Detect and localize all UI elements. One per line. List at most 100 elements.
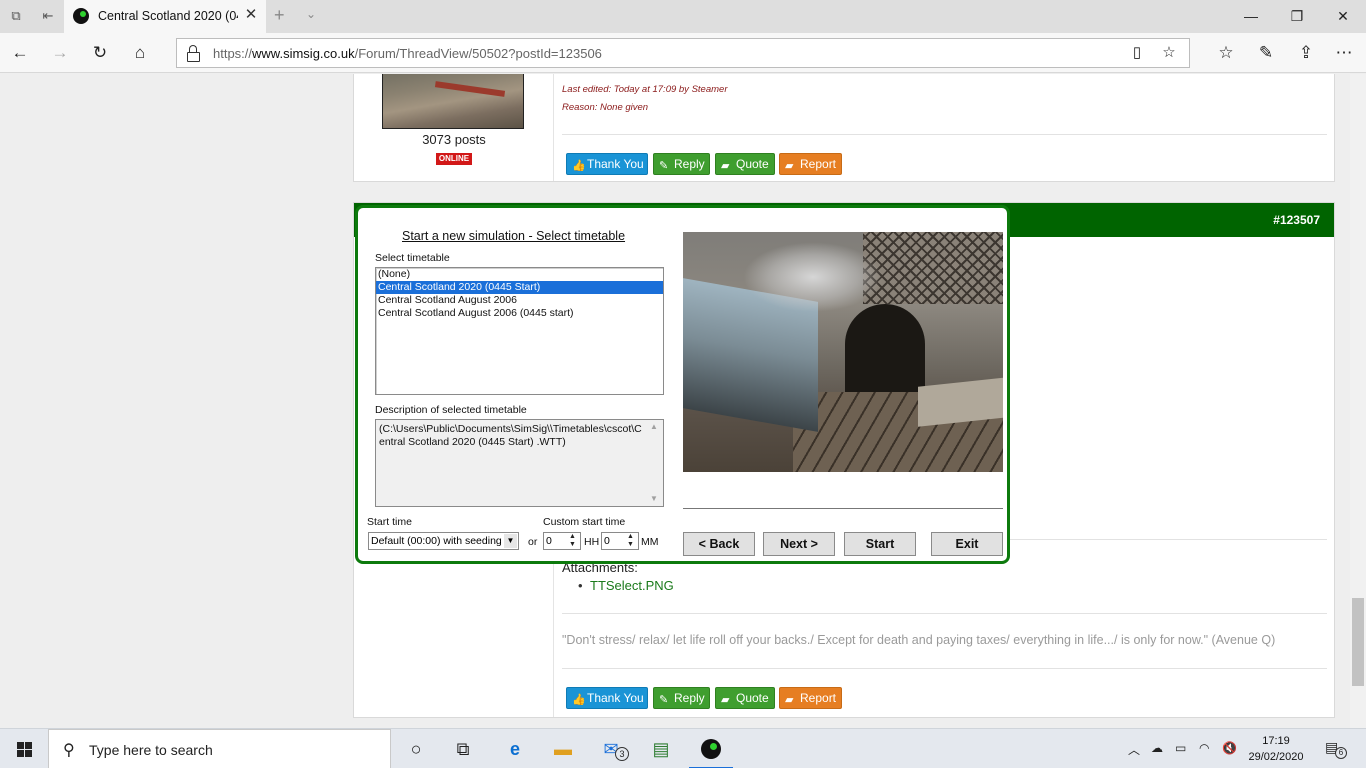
battery-icon[interactable]: ▭ xyxy=(1175,741,1186,755)
flag-icon: ▰ xyxy=(785,694,794,706)
post-id-link[interactable]: #123507 xyxy=(1273,213,1320,227)
speech-bubble-icon: ▰ xyxy=(721,694,730,706)
tab-title: Central Scotland 2020 (0445 Start) - Sim… xyxy=(98,9,238,23)
divider xyxy=(562,613,1327,614)
cortana-circle-icon[interactable]: ○ xyxy=(402,735,430,763)
back-button[interactable]: < Back xyxy=(683,532,755,556)
task-view-icon[interactable]: ⧉ xyxy=(449,735,477,763)
timetable-list-item[interactable]: Central Scotland August 2006 (0445 start… xyxy=(376,307,663,320)
restore-button[interactable]: ❐ xyxy=(1274,0,1320,33)
favorite-star-icon[interactable]: ☆ xyxy=(1159,43,1179,63)
timetable-list-item[interactable]: Central Scotland August 2006 xyxy=(376,294,663,307)
start-button[interactable]: Start xyxy=(844,532,916,556)
divider xyxy=(562,134,1327,135)
favorites-list-icon[interactable]: ☆ xyxy=(1214,41,1238,65)
page-scrollbar[interactable] xyxy=(1350,74,1366,728)
file-explorer-icon[interactable]: ▬ xyxy=(549,735,577,763)
hour-spinner[interactable]: 0 ▲ ▼ xyxy=(543,532,581,550)
reply-button[interactable]: ✎ Reply xyxy=(653,687,710,709)
dropdown-arrow-icon[interactable]: ▼ xyxy=(504,534,517,548)
pencil-icon: ✎ xyxy=(659,160,669,172)
spinner-arrows-icon[interactable]: ▲ ▼ xyxy=(566,533,579,549)
notification-count: 6 xyxy=(1335,747,1347,759)
quote-button[interactable]: ▰ Quote xyxy=(715,687,775,709)
notes-app-icon[interactable]: ▤ xyxy=(647,735,675,763)
network-icon[interactable]: ◠ xyxy=(1199,741,1209,755)
address-bar[interactable]: https://www.simsig.co.uk/Forum/ThreadVie… xyxy=(176,38,1190,68)
refresh-icon[interactable]: ↻ xyxy=(88,41,112,65)
back-arrow-icon[interactable]: ← xyxy=(8,41,32,65)
clock-date: 29/02/2020 xyxy=(1248,751,1304,763)
timetable-list-item[interactable]: Central Scotland 2020 (0445 Start) xyxy=(376,281,663,294)
timetable-listbox[interactable]: (None) Central Scotland 2020 (0445 Start)… xyxy=(375,267,664,395)
forward-arrow-icon[interactable]: → xyxy=(48,41,72,65)
scroll-up-arrow-icon[interactable]: ▲ xyxy=(650,422,658,431)
thumbs-up-icon: 👍 xyxy=(572,694,586,706)
set-tabs-aside-icon[interactable]: ⇤ xyxy=(40,8,56,24)
status-line xyxy=(683,508,1003,509)
onedrive-cloud-icon[interactable]: ☁ xyxy=(1151,741,1163,755)
browser-tab-bar: ⧉ ⇤ Central Scotland 2020 (0445 Start) -… xyxy=(0,0,1366,33)
author-posts-count: 3073 posts xyxy=(422,132,486,147)
thumbs-up-icon: 👍 xyxy=(572,160,586,172)
quote-button[interactable]: ▰ Quote xyxy=(715,153,775,175)
minute-spinner[interactable]: 0 ▲ ▼ xyxy=(601,532,639,550)
report-button[interactable]: ▰ Report xyxy=(779,153,842,175)
start-time-label: Start time xyxy=(367,516,412,528)
reading-view-icon[interactable]: ▯ xyxy=(1127,43,1147,63)
taskbar-clock[interactable]: 17:19 29/02/2020 xyxy=(1246,733,1306,765)
scroll-down-arrow-icon[interactable]: ▼ xyxy=(650,494,658,503)
simsig-app-icon[interactable] xyxy=(689,735,733,768)
tab-list-chevron-icon[interactable]: ⌄ xyxy=(306,7,316,21)
browser-tab[interactable]: Central Scotland 2020 (0445 Start) - Sim… xyxy=(64,0,266,33)
minimize-button[interactable]: — xyxy=(1228,0,1274,33)
more-menu-icon[interactable]: ⋯ xyxy=(1332,41,1356,65)
scrollbar-thumb[interactable] xyxy=(1352,598,1364,686)
online-badge: ONLINE xyxy=(436,153,472,165)
thank-you-button[interactable]: 👍 Thank You xyxy=(566,153,648,175)
route-photo xyxy=(683,232,1003,472)
volume-muted-icon[interactable]: 🔇 xyxy=(1222,741,1237,755)
thank-you-button[interactable]: 👍 Thank You xyxy=(566,687,648,709)
exit-button[interactable]: Exit xyxy=(931,532,1003,556)
edge-browser-icon[interactable]: e xyxy=(501,735,529,763)
spinner-arrows-icon[interactable]: ▲ ▼ xyxy=(624,533,637,549)
mail-icon[interactable]: ✉ 3 xyxy=(597,735,629,763)
share-icon[interactable]: ⇪ xyxy=(1294,41,1318,65)
author-avatar[interactable] xyxy=(382,74,524,129)
tab-actions-icon[interactable]: ⧉ xyxy=(8,8,24,24)
pencil-icon: ✎ xyxy=(659,694,669,706)
timetable-description-text: (C:\Users\Public\Documents\SimSig\\Timet… xyxy=(379,423,642,448)
divider xyxy=(562,668,1327,669)
description-scrollbar[interactable]: ▲ ▼ xyxy=(647,420,663,506)
speech-bubble-icon: ▰ xyxy=(721,160,730,172)
notifications-icon[interactable]: ▤ 6 xyxy=(1325,739,1347,759)
close-window-button[interactable]: ✕ xyxy=(1320,0,1366,33)
start-windows-icon[interactable] xyxy=(0,729,48,768)
next-button[interactable]: Next > xyxy=(763,532,835,556)
flag-icon: ▰ xyxy=(785,160,794,172)
start-time-dropdown[interactable]: Default (00:00) with seeding ▼ xyxy=(368,532,519,550)
url-text[interactable]: https://www.simsig.co.uk/Forum/ThreadVie… xyxy=(213,46,602,61)
select-timetable-dialog: Start a new simulation - Select timetabl… xyxy=(355,205,1010,564)
select-timetable-label: Select timetable xyxy=(375,252,450,264)
last-edited-text: Last edited: Today at 17:09 by Steamer xyxy=(562,84,728,95)
custom-start-time-label: Custom start time xyxy=(543,516,626,528)
mm-label: MM xyxy=(641,536,659,548)
timetable-description-box: (C:\Users\Public\Documents\SimSig\\Timet… xyxy=(375,419,664,507)
pen-notes-icon[interactable]: ✎ xyxy=(1254,41,1278,65)
simsig-favicon-icon xyxy=(73,8,89,24)
reply-button[interactable]: ✎ Reply xyxy=(653,153,710,175)
clock-time: 17:19 xyxy=(1262,735,1290,747)
report-button[interactable]: ▰ Report xyxy=(779,687,842,709)
attachment-link[interactable]: TTSelect.PNG xyxy=(578,578,674,593)
mail-badge: 3 xyxy=(615,747,629,761)
home-icon[interactable]: ⌂ xyxy=(128,41,152,65)
hh-label: HH xyxy=(584,536,600,548)
taskbar-search-box[interactable]: ⚲ Type here to search xyxy=(48,729,391,768)
timetable-list-item[interactable]: (None) xyxy=(376,268,663,281)
new-tab-icon[interactable]: + xyxy=(274,5,285,26)
show-hidden-icons-chevron-icon[interactable]: ︿ xyxy=(1128,741,1140,758)
tab-close-icon[interactable]: ✕ xyxy=(242,6,260,24)
search-icon: ⚲ xyxy=(63,742,75,759)
